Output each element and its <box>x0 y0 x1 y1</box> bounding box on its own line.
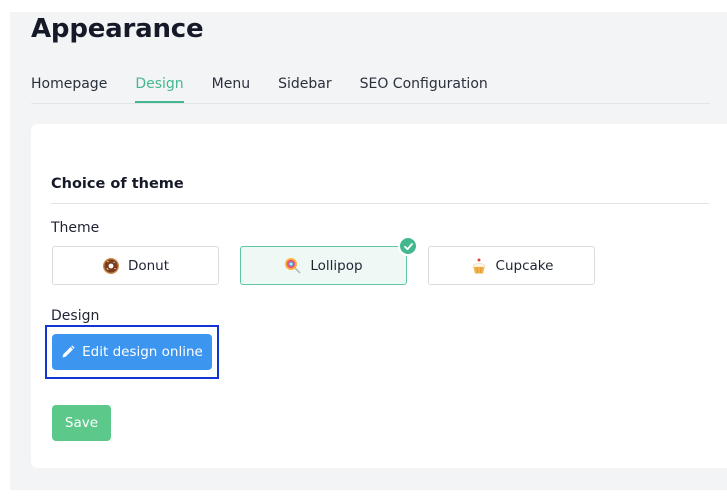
tab-sidebar[interactable]: Sidebar <box>278 76 332 103</box>
donut-icon <box>102 257 120 275</box>
tab-homepage[interactable]: Homepage <box>31 76 107 103</box>
theme-option-label: Cupcake <box>495 257 554 274</box>
design-card: Choice of theme Theme Donut Lollipop Cup… <box>31 124 727 468</box>
theme-option-label: Donut <box>127 257 170 274</box>
tab-design[interactable]: Design <box>135 76 184 103</box>
save-button[interactable]: Save <box>52 405 111 441</box>
pencil-icon <box>61 345 75 359</box>
theme-option-label: Lollipop <box>310 257 363 274</box>
design-label: Design <box>51 308 100 324</box>
edit-design-online-label: Edit design online <box>82 344 203 360</box>
section-divider <box>51 203 709 204</box>
lollipop-icon <box>284 257 302 275</box>
tab-bar: Homepage Design Menu Sidebar SEO Configu… <box>31 76 710 104</box>
tab-menu[interactable]: Menu <box>212 76 250 103</box>
page-title: Appearance <box>31 14 204 44</box>
theme-option-donut[interactable]: Donut <box>52 246 219 285</box>
theme-label: Theme <box>51 220 100 236</box>
theme-option-lollipop[interactable]: Lollipop <box>240 246 407 285</box>
selected-check-icon <box>398 236 418 256</box>
section-title: Choice of theme <box>51 176 184 192</box>
tab-seo-configuration[interactable]: SEO Configuration <box>360 76 488 103</box>
edit-design-online-button[interactable]: Edit design online <box>52 334 212 370</box>
theme-option-cupcake[interactable]: Cupcake <box>428 246 595 285</box>
cupcake-icon <box>470 257 488 275</box>
